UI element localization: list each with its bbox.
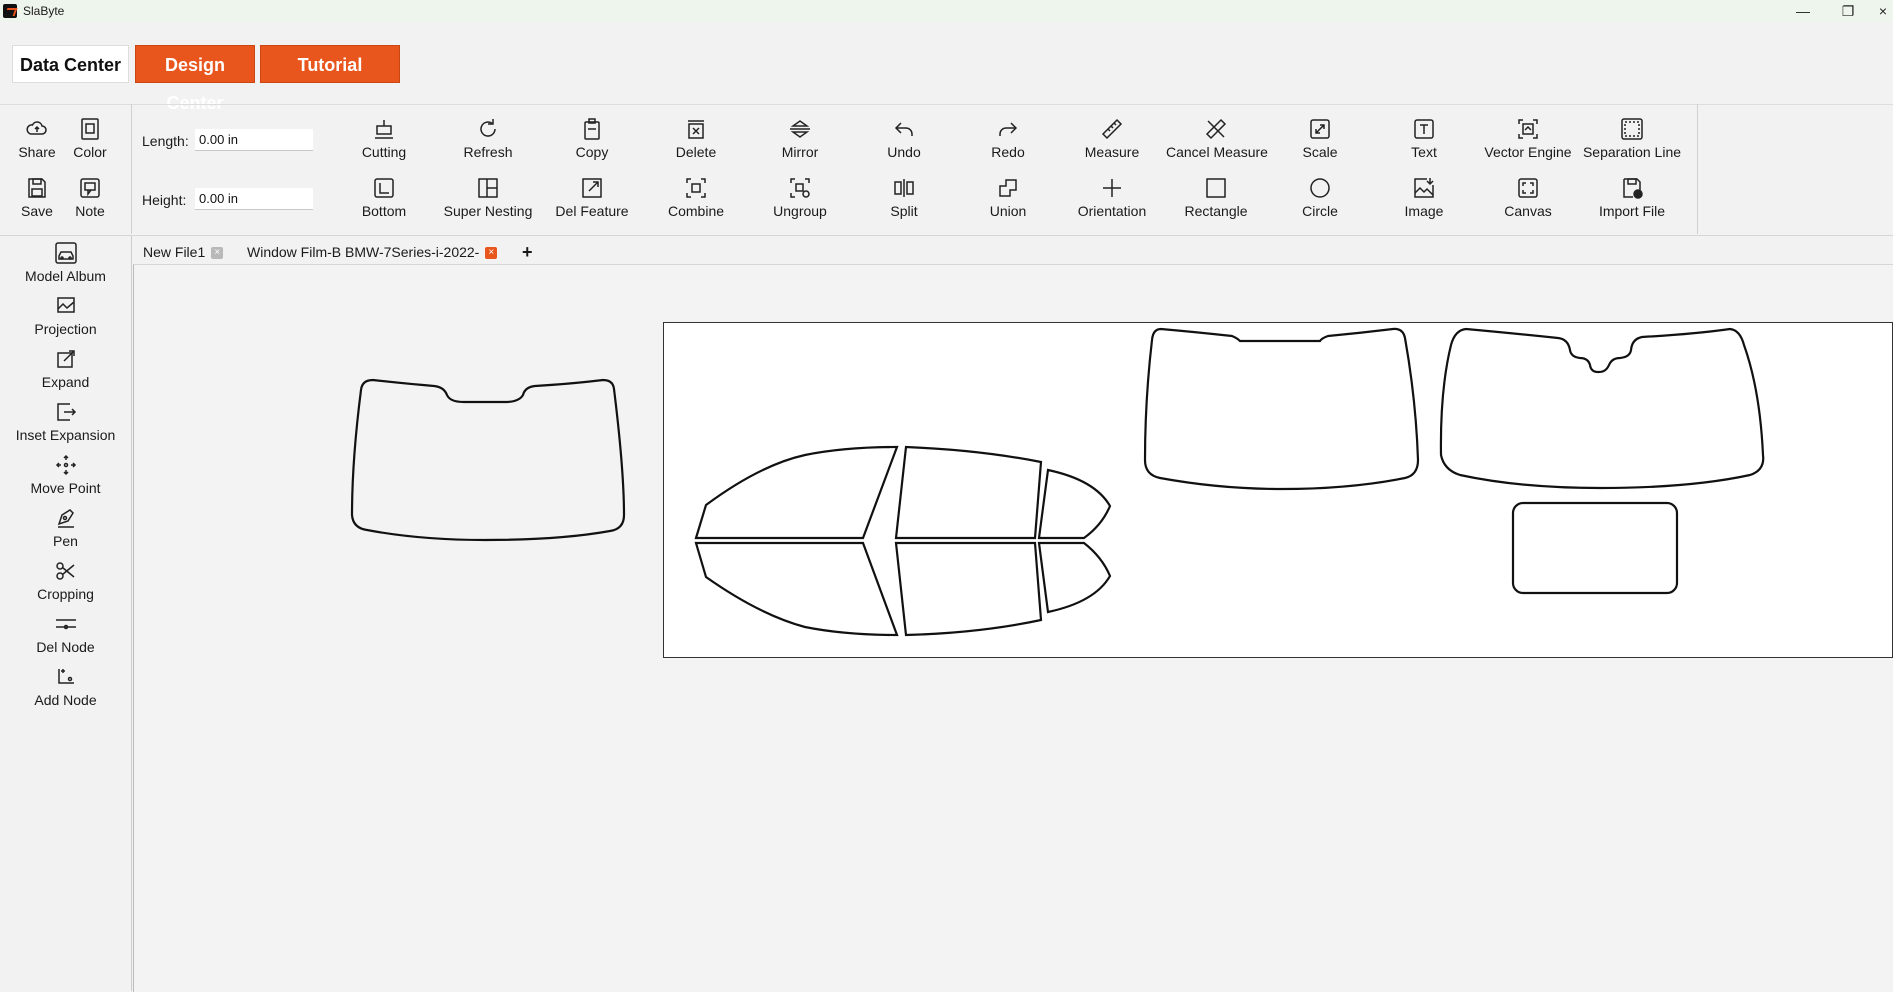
sidebar-item-inset-expansion[interactable]: Inset Expansion [0,400,131,443]
length-input[interactable] [195,129,313,151]
length-label: Length: [142,133,189,149]
vector-engine-icon [1518,119,1538,139]
sidebar-item-pen[interactable]: Pen [0,506,131,549]
add-node-icon [57,669,74,684]
redo-button[interactable]: Redo [958,117,1058,160]
share-button[interactable]: Share [9,117,65,160]
super-nesting-button[interactable]: Super Nesting [438,176,538,219]
separation-line-icon [1621,118,1643,140]
toolbar-divider [131,104,132,234]
copy-button[interactable]: Copy [542,117,642,160]
orientation-icon [1103,179,1121,197]
sidebar-item-del-node[interactable]: Del Node [0,612,131,655]
sidebar-item-expand[interactable]: Expand [0,347,131,390]
import-file-button[interactable]: Import File [1582,176,1682,219]
file-tab-window-film[interactable]: Window Film-B BMW-7Series-i-2022- × [247,240,498,264]
sidebar-item-cropping[interactable]: Cropping [0,559,131,602]
scissors-icon [55,562,74,580]
move-point-icon [55,454,76,476]
projection-icon [56,297,75,313]
close-tab-icon[interactable]: × [485,247,498,260]
split-icon [894,179,914,197]
canvas-icon [1518,178,1538,198]
title-bar: SlaByte — ❐ × [0,0,1893,22]
canvas-button[interactable]: Canvas [1478,176,1578,219]
color-icon [81,118,99,140]
material-sheet[interactable] [663,322,1893,658]
combine-button[interactable]: Combine [646,176,746,219]
tab-design-center[interactable]: Design Center [135,45,255,113]
copy-icon [584,118,600,140]
text-button[interactable]: Text [1374,117,1474,160]
separation-line-button[interactable]: Separation Line [1582,117,1682,160]
cutting-button[interactable]: Cutting [334,117,434,160]
split-button[interactable]: Split [854,176,954,219]
union-button[interactable]: Union [958,176,1058,219]
delete-button[interactable]: Delete [646,117,746,160]
ruler-icon [1101,118,1123,140]
save-button[interactable]: Save [9,176,65,219]
car-album-icon [54,242,77,264]
sidebar-item-add-node[interactable]: Add Node [0,665,131,708]
ungroup-icon [790,178,810,198]
delete-icon [688,120,704,139]
sidebar-item-projection[interactable]: Projection [0,294,131,337]
close-tab-icon[interactable]: × [211,247,224,260]
circle-icon [1310,178,1330,198]
rectangle-icon [1206,178,1226,198]
app-logo-icon [3,4,17,18]
close-window-button[interactable]: × [1873,1,1893,21]
cancel-measure-button[interactable]: Cancel Measure [1166,117,1268,160]
color-button[interactable]: Color [62,117,118,160]
image-icon [1414,178,1434,198]
note-button[interactable]: Note [62,176,118,219]
orientation-button[interactable]: Orientation [1062,176,1162,219]
height-input[interactable] [195,188,313,210]
measure-button[interactable]: Measure [1062,117,1162,160]
bottom-button[interactable]: Bottom [334,176,434,219]
cloud-share-icon [26,121,47,135]
minimize-button[interactable]: — [1793,1,1813,21]
undo-icon [894,122,913,136]
undo-button[interactable]: Undo [854,117,954,160]
union-icon [999,179,1017,197]
note-icon [80,178,100,198]
restore-button[interactable]: ❐ [1838,1,1858,21]
del-feature-button[interactable]: Del Feature [542,176,642,219]
file-tab-new-file1[interactable]: New File1 × [143,240,224,264]
save-icon [28,178,46,198]
app-title: SlaByte [23,4,65,18]
inset-expansion-icon [56,403,76,421]
image-button[interactable]: Image [1374,176,1474,219]
toolbar-divider [1697,104,1698,234]
mirror-icon [790,120,810,138]
cancel-ruler-icon [1205,118,1227,140]
tab-tutorial[interactable]: Tutorial [260,45,400,83]
mirror-button[interactable]: Mirror [750,117,850,160]
del-node-icon [55,619,76,630]
pen-icon [57,509,74,528]
rectangle-button[interactable]: Rectangle [1166,176,1266,219]
ungroup-button[interactable]: Ungroup [750,176,850,219]
add-tab-button[interactable]: + [522,240,533,264]
del-feature-icon [582,178,602,198]
height-label: Height: [142,192,187,208]
tab-data-center[interactable]: Data Center [12,45,129,83]
refresh-icon [480,119,496,137]
cutting-icon [375,120,393,139]
expand-icon [56,350,75,368]
vector-engine-button[interactable]: Vector Engine [1478,117,1578,160]
circle-button[interactable]: Circle [1270,176,1370,219]
sidebar-item-move-point[interactable]: Move Point [0,453,131,496]
sidebar-item-model-album[interactable]: Model Album [0,241,131,284]
redo-icon [999,122,1018,136]
scale-icon [1310,119,1330,139]
nesting-icon [478,178,498,198]
refresh-button[interactable]: Refresh [438,117,538,160]
combine-icon [686,178,706,198]
import-file-icon [1623,178,1643,199]
text-icon [1414,119,1434,139]
scale-button[interactable]: Scale [1270,117,1370,160]
bottom-icon [374,178,394,198]
